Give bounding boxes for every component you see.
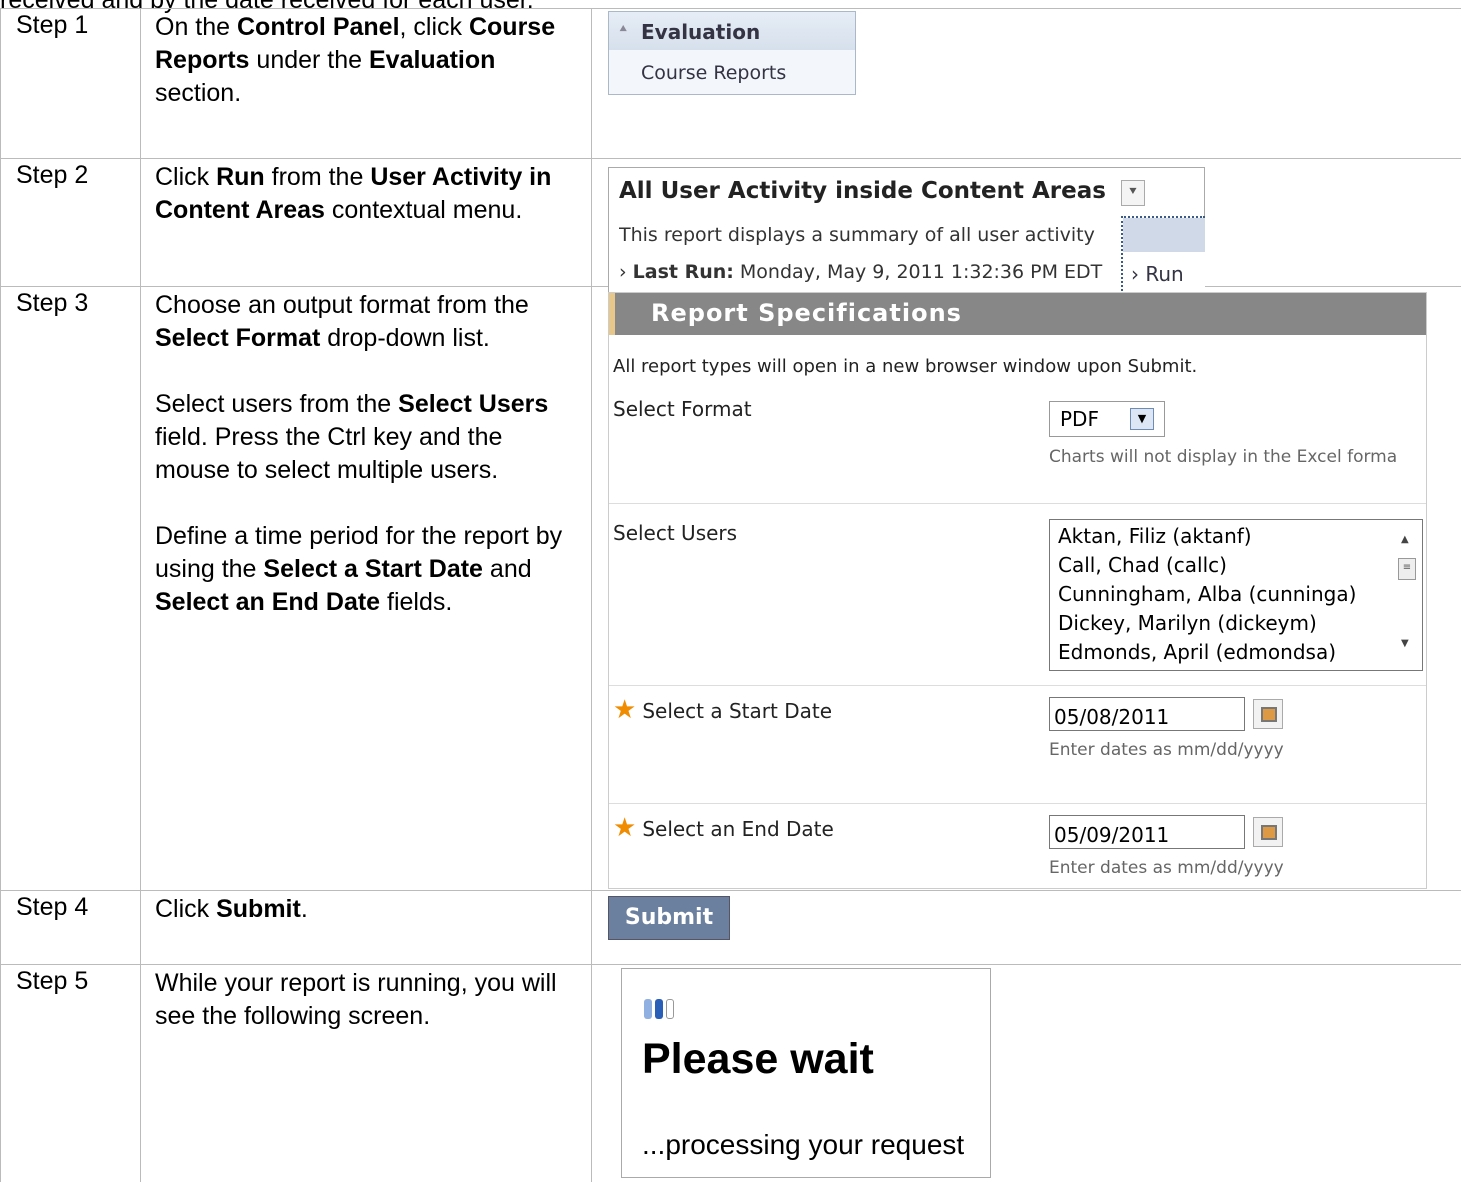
- double-chevron-down-icon[interactable]: ⯆: [1121, 180, 1145, 206]
- step-instructions: On the Control Panel, click Course Repor…: [140, 8, 592, 159]
- step-label: Step 1: [0, 8, 141, 159]
- end-date-label: ★ Select an End Date: [613, 813, 834, 843]
- submit-button[interactable]: Submit: [608, 896, 730, 940]
- report-item-panel: All User Activity inside Content Areas ⯆…: [608, 167, 1205, 295]
- run-menu-item[interactable]: › Run: [1131, 262, 1184, 286]
- step-screenshot: All User Activity inside Content Areas ⯆…: [591, 158, 1461, 295]
- evaluation-section-header[interactable]: ⯅ Evaluation: [609, 12, 855, 50]
- end-date-input[interactable]: 05/09/2011: [1049, 815, 1245, 849]
- format-hint: Charts will not display in the Excel for…: [1049, 447, 1398, 467]
- double-chevron-up-icon[interactable]: ⯅: [618, 22, 628, 37]
- list-item[interactable]: Cunningham, Alba (cunninga): [1058, 582, 1356, 606]
- step-label: Step 3: [0, 286, 141, 891]
- step-row-5: Step 5 While your report is running, you…: [0, 964, 1461, 1182]
- list-item[interactable]: Aktan, Filiz (aktanf): [1058, 524, 1252, 548]
- step-screenshot: Please wait ...processing your request: [591, 964, 1461, 1182]
- step-row-2: Step 2 Click Run from the User Activity …: [0, 158, 1461, 295]
- step-instructions: While your report is running, you will s…: [140, 964, 592, 1182]
- report-description: This report displays a summary of all us…: [619, 224, 1095, 246]
- menu-highlight: [1123, 218, 1205, 252]
- calendar-icon[interactable]: [1253, 699, 1283, 729]
- end-date-hint: Enter dates as mm/dd/yyyy: [1049, 858, 1284, 878]
- step-row-1: Step 1 On the Control Panel, click Cours…: [0, 8, 1461, 159]
- evaluation-section-title: Evaluation: [641, 20, 761, 44]
- report-title: All User Activity inside Content Areas: [619, 178, 1106, 204]
- steps-table: Step 1 On the Control Panel, click Cours…: [0, 8, 1461, 1182]
- report-specifications-form: Report Specifications All report types w…: [608, 292, 1427, 889]
- step-instructions: Click Run from the User Activity in Cont…: [140, 158, 592, 287]
- start-date-hint: Enter dates as mm/dd/yyyy: [1049, 740, 1284, 760]
- start-date-input[interactable]: 05/08/2011: [1049, 697, 1245, 731]
- scrollbar[interactable]: ▲ ≡ ▼: [1392, 520, 1422, 670]
- report-last-run: › Last Run: Monday, May 9, 2011 1:32:36 …: [619, 261, 1103, 283]
- list-item[interactable]: Dickey, Marilyn (dickeym): [1058, 611, 1317, 635]
- loading-spinner-icon: [644, 999, 684, 1021]
- evaluation-menu-panel: ⯅ Evaluation Course Reports: [608, 11, 856, 95]
- step-label: Step 5: [0, 964, 141, 1182]
- step-label: Step 4: [0, 890, 141, 965]
- calendar-icon[interactable]: [1253, 817, 1283, 847]
- step-screenshot: Report Specifications All report types w…: [591, 286, 1461, 891]
- step-row-4: Step 4 Click Submit. Submit: [0, 890, 1461, 965]
- step-label: Step 2: [0, 158, 141, 287]
- wait-title: Please wait: [642, 1035, 874, 1083]
- please-wait-dialog: Please wait ...processing your request: [621, 968, 991, 1178]
- contextual-menu: › Run: [1121, 216, 1205, 295]
- scrollbar-thumb[interactable]: ≡: [1398, 558, 1416, 580]
- required-star-icon: ★: [613, 813, 637, 843]
- required-star-icon: ★: [613, 695, 637, 725]
- step-screenshot: Submit: [591, 890, 1461, 965]
- chevron-down-icon[interactable]: ▼: [1130, 408, 1154, 430]
- select-users-label: Select Users: [613, 521, 738, 545]
- list-item[interactable]: Edmonds, April (edmondsa): [1058, 640, 1336, 664]
- step-instructions: Click Submit.: [140, 890, 592, 965]
- select-format-label: Select Format: [613, 397, 752, 421]
- form-intro: All report types will open in a new brow…: [613, 356, 1198, 377]
- step-row-3: Step 3 Choose an output format from the …: [0, 286, 1461, 891]
- format-select[interactable]: PDF ▼: [1049, 401, 1165, 437]
- list-item[interactable]: Call, Chad (callc): [1058, 553, 1227, 577]
- wait-subtitle: ...processing your request: [642, 1129, 965, 1160]
- step-instructions: Choose an output format from the Select …: [140, 286, 592, 891]
- start-date-label: ★ Select a Start Date: [613, 695, 832, 725]
- course-reports-link[interactable]: Course Reports: [641, 62, 786, 84]
- users-listbox[interactable]: Aktan, Filiz (aktanf) Call, Chad (callc)…: [1049, 519, 1423, 671]
- form-header: Report Specifications: [609, 293, 1426, 335]
- step-screenshot: ⯅ Evaluation Course Reports: [591, 8, 1461, 159]
